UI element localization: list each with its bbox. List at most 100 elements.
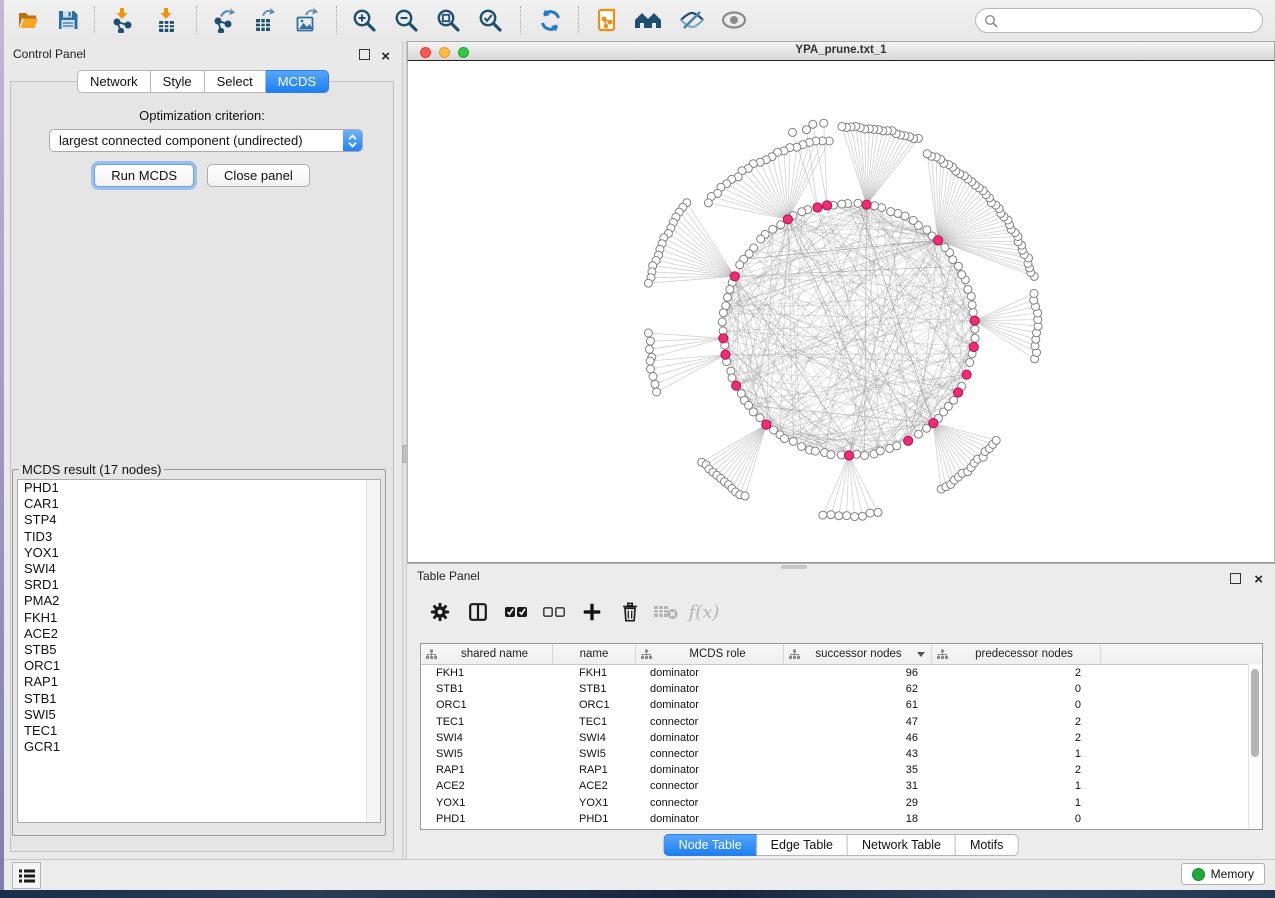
mcds-result-item[interactable]: ORC1 xyxy=(18,658,380,674)
mcds-result-item[interactable]: PHD1 xyxy=(18,480,380,496)
network-snapshot-icon[interactable] xyxy=(592,5,624,35)
toolbar-separator xyxy=(578,6,579,34)
tab-motifs[interactable]: Motifs xyxy=(956,834,1018,856)
zoom-in-icon[interactable] xyxy=(348,5,380,35)
mcds-result-item[interactable]: CAR1 xyxy=(18,496,380,512)
table-scrollbar-thumb[interactable] xyxy=(1251,669,1259,757)
table-cell: 18 xyxy=(784,813,932,825)
table-cell: ACE2 xyxy=(553,780,636,792)
hide-selected-icon[interactable] xyxy=(676,5,708,35)
select-all-columns-icon[interactable] xyxy=(501,597,531,627)
deselect-all-columns-icon[interactable] xyxy=(539,597,569,627)
mcds-result-item[interactable]: TID3 xyxy=(18,529,380,545)
table-settings-gear-icon[interactable] xyxy=(425,597,455,627)
search-icon xyxy=(984,14,998,28)
table-cell: ORC1 xyxy=(553,699,636,711)
mcds-result-item[interactable]: SRD1 xyxy=(18,577,380,593)
table-cell: connector xyxy=(636,780,784,792)
mcds-result-item[interactable]: GCR1 xyxy=(18,739,380,755)
table-row[interactable]: ORC1ORC1dominator610 xyxy=(421,697,1262,713)
table-cell: ORC1 xyxy=(421,699,553,711)
table-cell: SWI4 xyxy=(553,732,636,744)
table-row[interactable]: STB1STB1dominator620 xyxy=(421,681,1262,697)
table-panel-title: Table Panel xyxy=(417,569,480,583)
toolbar-separator xyxy=(94,6,95,34)
column-header-shared-name[interactable]: shared name xyxy=(421,644,553,664)
table-panel-float-icon[interactable] xyxy=(1230,573,1241,584)
column-header-predecessor-nodes[interactable]: predecessor nodes xyxy=(932,644,1101,664)
mcds-result-item[interactable]: FKH1 xyxy=(18,610,380,626)
mcds-result-item[interactable]: SWI5 xyxy=(18,707,380,723)
network-graph[interactable] xyxy=(408,61,1274,562)
first-neighbors-icon[interactable] xyxy=(632,5,664,35)
table-scrollbar[interactable] xyxy=(1248,664,1262,829)
tab-edge-table[interactable]: Edge Table xyxy=(757,834,848,856)
dropdown-stepper-icon xyxy=(343,130,362,151)
task-history-button[interactable] xyxy=(12,862,41,889)
mcds-result-item[interactable]: YOX1 xyxy=(18,545,380,561)
column-header-name[interactable]: name xyxy=(553,644,636,664)
table-row[interactable]: YOX1YOX1connector291 xyxy=(421,795,1262,811)
show-all-icon[interactable] xyxy=(718,5,750,35)
function-builder-icon[interactable]: f(x) xyxy=(689,597,719,627)
table-cell: 1 xyxy=(932,797,1101,809)
table-cell: dominator xyxy=(636,699,784,711)
save-session-icon[interactable] xyxy=(52,5,84,35)
table-cell: connector xyxy=(636,797,784,809)
import-table-icon[interactable] xyxy=(150,5,182,35)
search-input[interactable] xyxy=(1003,13,1254,29)
mcds-result-item[interactable]: ACE2 xyxy=(18,626,380,642)
criterion-dropdown[interactable]: largest connected component (undirected) xyxy=(49,129,363,152)
mcds-result-item[interactable]: STB5 xyxy=(18,642,380,658)
mcds-list-scrollbar[interactable] xyxy=(366,480,380,822)
export-network-icon[interactable] xyxy=(208,5,240,35)
export-table-icon[interactable] xyxy=(248,5,280,35)
column-header-MCDS-role[interactable]: MCDS role xyxy=(636,644,784,664)
tab-network-table[interactable]: Network Table xyxy=(848,834,956,856)
memory-button[interactable]: Memory xyxy=(1181,863,1265,885)
table-row[interactable]: RAP1RAP1dominator352 xyxy=(421,762,1262,778)
table-cell: dominator xyxy=(636,813,784,825)
close-panel-button[interactable]: Close panel xyxy=(207,164,310,187)
table-row[interactable]: SWI5SWI5connector431 xyxy=(421,746,1262,762)
mcds-result-item[interactable]: RAP1 xyxy=(18,674,380,690)
zoom-selected-icon[interactable] xyxy=(474,5,506,35)
export-image-icon[interactable] xyxy=(290,5,322,35)
table-cell: 2 xyxy=(932,667,1101,679)
table-row[interactable]: ACE2ACE2connector311 xyxy=(421,778,1262,794)
zoom-fit-icon[interactable] xyxy=(432,5,464,35)
fx-label: f(x) xyxy=(689,602,720,623)
import-network-icon[interactable] xyxy=(106,5,138,35)
tab-network[interactable]: Network xyxy=(77,70,151,93)
table-cell: SWI4 xyxy=(421,732,553,744)
add-column-icon[interactable] xyxy=(577,597,607,627)
tab-node-table[interactable]: Node Table xyxy=(664,834,757,856)
table-cell: dominator xyxy=(636,732,784,744)
column-header-successor-nodes[interactable]: successor nodes xyxy=(784,644,932,664)
tab-select[interactable]: Select xyxy=(205,70,266,93)
mcds-result-item[interactable]: STB1 xyxy=(18,691,380,707)
mcds-result-item[interactable]: PMA2 xyxy=(18,593,380,609)
delete-table-icon[interactable] xyxy=(651,597,681,627)
table-row[interactable]: FKH1FKH1dominator962 xyxy=(421,665,1262,681)
network-canvas[interactable] xyxy=(407,60,1275,563)
tab-mcds[interactable]: MCDS xyxy=(266,70,329,93)
open-file-icon[interactable] xyxy=(12,5,44,35)
mcds-result-item[interactable]: TEC1 xyxy=(18,723,380,739)
apply-layout-icon[interactable] xyxy=(534,5,566,35)
tab-style[interactable]: Style xyxy=(151,70,205,93)
delete-column-icon[interactable] xyxy=(615,597,645,627)
table-row[interactable]: TEC1TEC1connector472 xyxy=(421,714,1262,730)
table-row[interactable]: SWI4SWI4dominator462 xyxy=(421,730,1262,746)
run-mcds-button[interactable]: Run MCDS xyxy=(94,164,194,187)
toolbar-separator xyxy=(196,6,197,34)
table-cell: 0 xyxy=(932,813,1101,825)
control-panel-float-icon[interactable] xyxy=(359,49,370,60)
mcds-result-item[interactable]: STP4 xyxy=(18,512,380,528)
table-row[interactable]: PHD1PHD1dominator180 xyxy=(421,811,1262,827)
show-column-panel-icon[interactable] xyxy=(463,597,493,627)
mcds-result-item[interactable]: SWI4 xyxy=(18,561,380,577)
network-window-titlebar[interactable]: YPA_prune.txt_1 xyxy=(407,41,1275,60)
zoom-out-icon[interactable] xyxy=(390,5,422,35)
control-panel-close-icon[interactable]: × xyxy=(381,44,390,70)
